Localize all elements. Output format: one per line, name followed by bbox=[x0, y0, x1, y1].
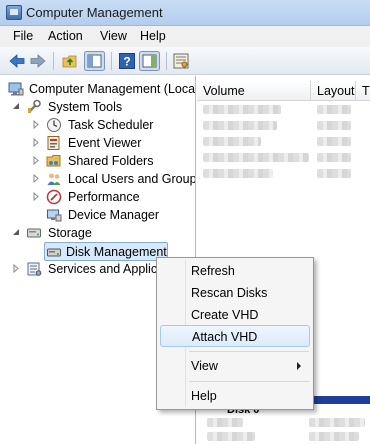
column-header-type[interactable]: T bbox=[356, 81, 370, 101]
users-icon bbox=[47, 173, 61, 185]
show-action-pane-icon[interactable] bbox=[139, 51, 160, 71]
collapse-arrow-icon[interactable] bbox=[12, 228, 21, 237]
menu-file[interactable]: File bbox=[13, 29, 33, 43]
tree-item-computer-management[interactable]: Computer Management (Local bbox=[6, 80, 196, 98]
clock-icon bbox=[47, 118, 61, 132]
menu-item-rescan-disks[interactable]: Rescan Disks bbox=[160, 282, 310, 304]
properties-icon[interactable] bbox=[172, 52, 190, 70]
blurred-layout-cell bbox=[317, 105, 351, 114]
event-viewer-icon bbox=[47, 136, 60, 150]
tree-item-system-tools[interactable]: System Tools bbox=[6, 98, 195, 116]
blurred-partition-info bbox=[309, 418, 365, 427]
menu-item-help[interactable]: Help bbox=[160, 385, 310, 407]
expand-arrow-icon[interactable] bbox=[32, 174, 41, 183]
tree-item-event-viewer[interactable]: Event Viewer bbox=[6, 134, 195, 152]
context-menu: Refresh Rescan Disks Create VHD Attach V… bbox=[156, 257, 314, 410]
show-hide-tree-icon[interactable] bbox=[84, 51, 105, 71]
blurred-partition-info bbox=[309, 432, 359, 441]
menu-item-create-vhd[interactable]: Create VHD bbox=[160, 304, 310, 326]
forward-arrow-icon[interactable] bbox=[29, 52, 47, 70]
blurred-volume-row bbox=[203, 105, 281, 114]
expand-arrow-icon[interactable] bbox=[32, 120, 41, 129]
back-arrow-icon[interactable] bbox=[8, 52, 26, 70]
help-icon[interactable]: ? bbox=[118, 52, 136, 70]
expand-arrow-icon[interactable] bbox=[12, 264, 21, 273]
expand-arrow-icon[interactable] bbox=[32, 192, 41, 201]
tree-label: Services and Applica bbox=[48, 262, 165, 276]
tree-label: Computer Management (Local bbox=[29, 82, 196, 96]
menu-action[interactable]: Action bbox=[48, 29, 83, 43]
blurred-disk-info bbox=[207, 432, 255, 441]
services-icon bbox=[27, 262, 42, 276]
blurred-disk-info bbox=[207, 418, 243, 427]
computer-management-icon bbox=[6, 5, 22, 20]
menu-item-refresh[interactable]: Refresh bbox=[160, 260, 310, 282]
collapse-arrow-icon[interactable] bbox=[12, 102, 21, 111]
title-bar: Computer Management bbox=[0, 0, 370, 26]
tree-item-storage[interactable]: Storage bbox=[6, 224, 195, 242]
column-header-layout[interactable]: Layout bbox=[311, 81, 356, 101]
performance-icon bbox=[46, 189, 62, 205]
menu-item-attach-vhd[interactable]: Attach VHD bbox=[160, 325, 310, 347]
storage-icon bbox=[27, 228, 41, 238]
tree-item-shared-folders[interactable]: Shared Folders bbox=[6, 152, 195, 170]
tree-item-performance[interactable]: Performance bbox=[6, 188, 195, 206]
tree-item-disk-management[interactable]: Disk Management bbox=[44, 242, 168, 261]
blurred-volume-row bbox=[203, 153, 309, 162]
tree-label: Event Viewer bbox=[68, 136, 142, 150]
blurred-layout-cell bbox=[317, 137, 351, 146]
tree-label: Shared Folders bbox=[68, 154, 154, 168]
svg-text:?: ? bbox=[123, 55, 130, 69]
tree-label: Performance bbox=[68, 190, 140, 204]
tree-label: Storage bbox=[48, 226, 92, 240]
tree-label: Device Manager bbox=[68, 208, 160, 222]
device-manager-icon bbox=[47, 209, 62, 222]
blurred-volume-row bbox=[203, 121, 277, 130]
tools-icon bbox=[28, 99, 41, 113]
blurred-volume-row bbox=[203, 169, 273, 178]
toolbar-separator bbox=[53, 52, 54, 70]
menu-item-view[interactable]: View bbox=[160, 355, 310, 377]
column-header-volume[interactable]: Volume bbox=[197, 81, 311, 101]
shared-folder-icon bbox=[46, 155, 61, 167]
toolbar: ? bbox=[0, 47, 370, 75]
toolbar-separator bbox=[111, 52, 112, 70]
tree-item-task-scheduler[interactable]: Task Scheduler bbox=[6, 116, 195, 134]
tree-label: Local Users and Groups bbox=[68, 172, 196, 186]
tree-label: Task Scheduler bbox=[68, 118, 154, 132]
blurred-layout-cell bbox=[317, 169, 351, 178]
tree-label: System Tools bbox=[48, 100, 123, 114]
tree-label: Disk Management bbox=[66, 245, 167, 259]
blurred-layout-cell bbox=[317, 121, 351, 130]
menu-separator bbox=[189, 351, 309, 352]
menu-view[interactable]: View bbox=[100, 29, 127, 43]
expand-arrow-icon[interactable] bbox=[32, 138, 41, 147]
window-title: Computer Management bbox=[26, 5, 163, 20]
up-folder-icon[interactable] bbox=[61, 52, 79, 70]
blurred-layout-cell bbox=[317, 153, 351, 162]
disk-management-icon bbox=[47, 248, 61, 257]
tree-item-local-users[interactable]: Local Users and Groups bbox=[6, 170, 196, 188]
blurred-volume-row bbox=[203, 137, 261, 146]
expand-arrow-icon[interactable] bbox=[32, 156, 41, 165]
tree-item-device-manager[interactable]: Device Manager bbox=[6, 206, 195, 224]
toolbar-separator bbox=[166, 52, 167, 70]
menu-separator bbox=[189, 381, 309, 382]
menu-bar: File Action View Help bbox=[0, 26, 370, 47]
submenu-arrow-icon bbox=[297, 362, 301, 370]
menu-help[interactable]: Help bbox=[140, 29, 166, 43]
computer-icon bbox=[8, 82, 24, 96]
